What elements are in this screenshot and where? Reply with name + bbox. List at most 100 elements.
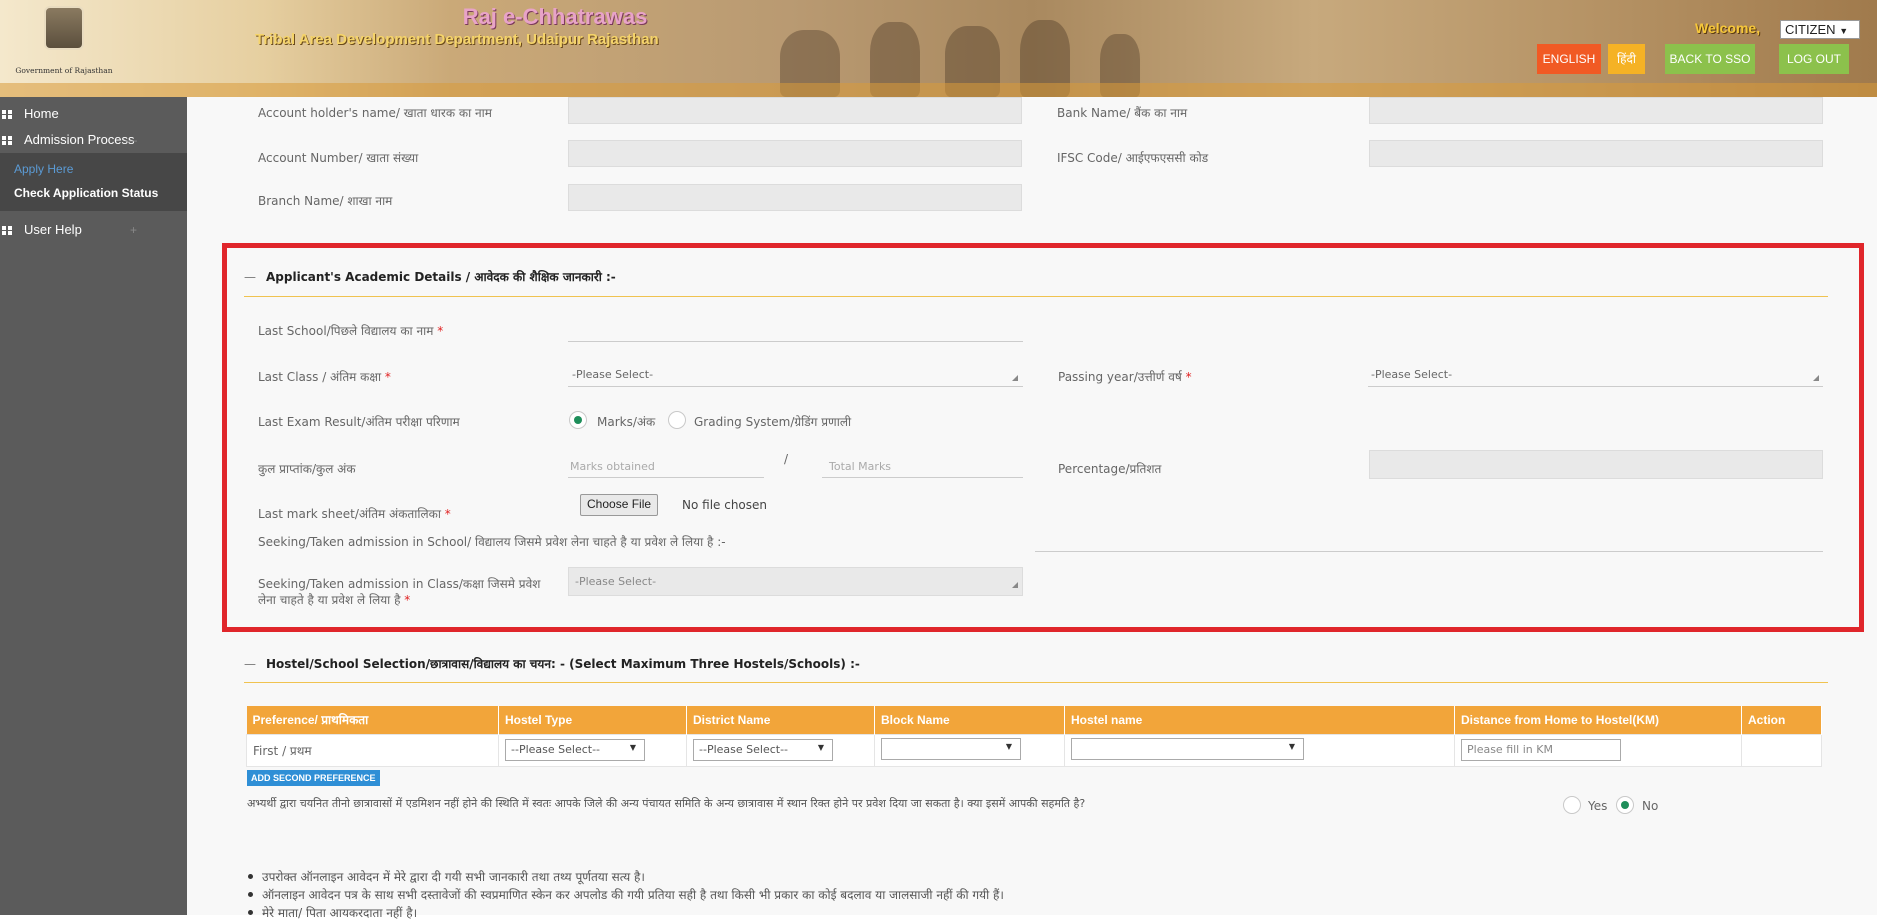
sidebar-item-home[interactable]: Home bbox=[0, 101, 187, 127]
declaration-item: मेरे माता/ पिता आयकरदाता नहीं है। bbox=[247, 906, 418, 920]
last-class-select[interactable]: -Please Select- bbox=[572, 368, 653, 381]
declaration-item: उपरोक्त ऑनलाइन आवेदन में मेरे द्वारा दी … bbox=[248, 870, 645, 884]
select-arrow-icon bbox=[1012, 375, 1018, 381]
passing-year-label: Passing year/उत्तीर्ण वर्ष * bbox=[1058, 370, 1192, 384]
total-marks-input[interactable]: Total Marks bbox=[829, 460, 891, 473]
site-title: Raj e-Chhatrawas bbox=[462, 4, 648, 29]
caret-down-icon: ▼ bbox=[817, 743, 824, 752]
branch-name-label: Branch Name/ शाखा नाम bbox=[258, 194, 393, 208]
consent-no-label: No bbox=[1642, 799, 1659, 813]
sidebar-item-check-status[interactable]: Check Application Status bbox=[0, 181, 187, 205]
hostel-type-select[interactable]: --Please Select-- ▼ bbox=[505, 739, 645, 761]
block-select[interactable]: ▼ bbox=[881, 737, 1021, 760]
column-header: Preference/ प्राथमिकता bbox=[246, 706, 499, 734]
district-cell: --Please Select-- ▼ bbox=[686, 733, 875, 767]
bank-name-label: Bank Name/ बैंक का नाम bbox=[1057, 106, 1188, 120]
caret-down-icon: ▼ bbox=[1839, 26, 1849, 36]
total-marks-label: कुल प्राप्तांक/कुल अंक bbox=[258, 462, 356, 476]
logout-button[interactable]: LOG OUT bbox=[1779, 44, 1849, 74]
seeking-class-label-2: लेना चाहते है या प्रवेश ले लिया है * bbox=[258, 593, 411, 607]
section-divider bbox=[244, 682, 1828, 683]
sidebar-item-label: Home bbox=[24, 106, 59, 121]
percentage-label: Percentage/प्रतिशत bbox=[1058, 462, 1162, 476]
header-banner-band bbox=[0, 83, 1877, 97]
passing-year-select[interactable]: -Please Select- bbox=[1371, 368, 1452, 381]
column-header: District Name bbox=[686, 706, 875, 734]
last-class-underline bbox=[568, 386, 1023, 387]
block-cell: ▼ bbox=[874, 733, 1065, 767]
marks-radio[interactable] bbox=[569, 411, 587, 429]
add-second-preference-button[interactable]: ADD SECOND PREFERENCE bbox=[247, 770, 380, 786]
account-holder-field bbox=[568, 97, 1022, 124]
user-name: CITIZEN bbox=[1785, 22, 1836, 37]
exam-result-label: Last Exam Result/अंतिम परीक्षा परिणाम bbox=[258, 415, 460, 429]
sidebar-item-user-help[interactable]: User Help + bbox=[0, 217, 187, 243]
back-to-sso-button[interactable]: BACK TO SSO bbox=[1665, 44, 1755, 74]
marks-separator: / bbox=[784, 452, 789, 466]
table-header-row: Preference/ प्राथमिकता Hostel Type Distr… bbox=[246, 706, 1822, 734]
declaration-item: ऑनलाइन आवेदन पत्र के साथ सभी दस्तावेजों … bbox=[248, 888, 1004, 902]
grading-radio[interactable] bbox=[668, 411, 686, 429]
marks-radio-label: Marks/अंक bbox=[597, 415, 656, 429]
section-divider bbox=[244, 296, 1828, 297]
marks-obtained-underline bbox=[568, 477, 764, 478]
consent-question: अभ्यर्थी द्वारा चयनित तीनो छात्रावासों म… bbox=[247, 797, 1086, 810]
site-header: Government of Rajasthan Raj e-Chhatrawas… bbox=[0, 0, 1877, 97]
academic-section-title: — Applicant's Academic Details / आवेदक की… bbox=[244, 268, 616, 285]
last-school-input[interactable] bbox=[568, 341, 1023, 342]
grid-icon bbox=[2, 110, 12, 119]
action-cell bbox=[1741, 733, 1822, 767]
ifsc-label: IFSC Code/ आईएफएससी कोड bbox=[1057, 151, 1209, 165]
mark-sheet-label: Last mark sheet/अंतिम अंकतालिका * bbox=[258, 507, 451, 521]
admission-submenu: Apply Here Check Application Status bbox=[0, 153, 187, 211]
english-button[interactable]: ENGLISH bbox=[1537, 44, 1601, 74]
select-arrow-icon bbox=[1813, 375, 1819, 381]
expand-icon[interactable]: + bbox=[130, 217, 137, 243]
sidebar-item-admission-process[interactable]: Admission Process — bbox=[0, 127, 187, 153]
column-header: Hostel Type bbox=[498, 706, 687, 734]
caret-down-icon: ▼ bbox=[629, 743, 636, 752]
site-subtitle: Tribal Area Development Department, Udai… bbox=[255, 31, 659, 48]
select-arrow-icon bbox=[1012, 582, 1018, 588]
government-emblem-logo: Government of Rajasthan bbox=[8, 6, 120, 86]
marks-obtained-input[interactable]: Marks obtained bbox=[570, 460, 655, 473]
column-header: Hostel name bbox=[1064, 706, 1455, 734]
user-dropdown[interactable]: CITIZEN ▼ bbox=[1780, 20, 1860, 39]
ifsc-field bbox=[1369, 140, 1823, 167]
consent-no-radio[interactable] bbox=[1616, 796, 1634, 814]
distance-input[interactable]: Please fill in KM bbox=[1461, 739, 1621, 761]
welcome-text: Welcome, bbox=[1695, 20, 1761, 36]
hostel-name-cell: ▼ bbox=[1064, 733, 1455, 767]
distance-cell: Please fill in KM bbox=[1454, 733, 1742, 767]
grid-icon bbox=[2, 226, 12, 235]
collapse-icon[interactable]: — bbox=[244, 657, 256, 671]
hostel-preference-table: Preference/ प्राथमिकता Hostel Type Distr… bbox=[246, 706, 1822, 767]
hostel-type-cell: --Please Select-- ▼ bbox=[498, 733, 687, 767]
hindi-button[interactable]: हिंदी bbox=[1608, 44, 1645, 74]
academic-details-section bbox=[222, 243, 1864, 632]
sidebar-item-label: Admission Process bbox=[24, 132, 135, 147]
last-school-label: Last School/पिछले विद्यालय का नाम * bbox=[258, 324, 444, 338]
seeking-school-input[interactable] bbox=[1035, 551, 1823, 552]
sidebar-item-apply-here[interactable]: Apply Here bbox=[0, 157, 187, 181]
column-header: Action bbox=[1741, 706, 1822, 734]
percentage-field bbox=[1369, 450, 1823, 479]
sidebar: Home Admission Process — Apply Here Chec… bbox=[0, 97, 187, 915]
passing-year-underline bbox=[1368, 386, 1823, 387]
grid-icon bbox=[2, 136, 12, 145]
caret-down-icon: ▼ bbox=[1005, 741, 1012, 751]
hostel-title-text: Hostel/School Selection/छात्रावास/विद्या… bbox=[266, 657, 860, 671]
collapse-icon[interactable]: — bbox=[244, 270, 256, 284]
account-number-field bbox=[568, 140, 1022, 167]
last-class-label: Last Class / अंतिम कक्षा * bbox=[258, 370, 391, 384]
preference-cell: First / प्रथम bbox=[246, 733, 499, 767]
sidebar-item-label: User Help bbox=[24, 222, 82, 237]
district-select[interactable]: --Please Select-- ▼ bbox=[693, 739, 833, 761]
hostel-name-select[interactable]: ▼ bbox=[1071, 737, 1304, 760]
column-header: Distance from Home to Hostel(KM) bbox=[1454, 706, 1742, 734]
bank-name-field bbox=[1369, 97, 1823, 124]
collapse-icon[interactable]: — bbox=[125, 127, 137, 153]
choose-file-button[interactable]: Choose File bbox=[580, 494, 659, 516]
consent-yes-radio[interactable] bbox=[1563, 796, 1581, 814]
seeking-school-label: Seeking/Taken admission in School/ विद्य… bbox=[258, 535, 726, 549]
